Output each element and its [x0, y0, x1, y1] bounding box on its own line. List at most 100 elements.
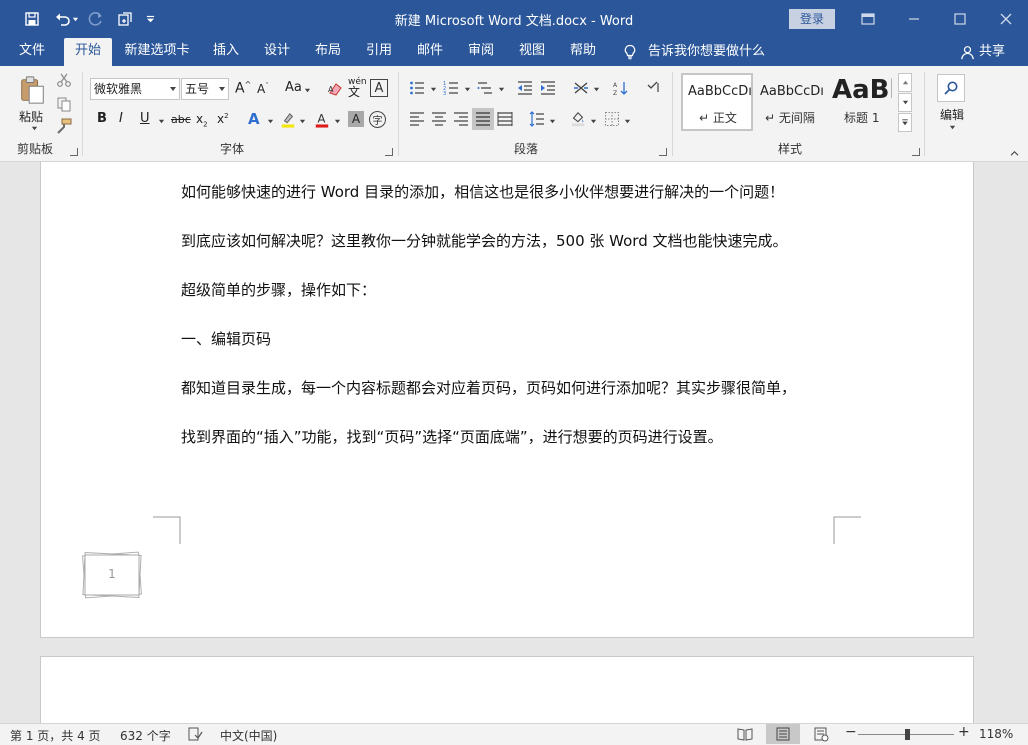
print-layout-icon[interactable] [766, 724, 800, 744]
multilevel-dropdown-icon[interactable] [497, 85, 505, 93]
numbering-icon[interactable]: 123 [442, 80, 460, 96]
find-icon[interactable] [937, 74, 965, 102]
styles-scroll-up-icon[interactable] [898, 73, 912, 92]
login-button[interactable]: 登录 [789, 9, 835, 29]
collapse-ribbon-icon[interactable] [1008, 148, 1020, 158]
tab-layout[interactable]: 布局 [306, 38, 350, 66]
web-layout-icon[interactable] [813, 726, 829, 745]
page-number-gallery-thumbnail[interactable]: 1 [81, 551, 143, 599]
clear-formatting-icon[interactable]: A [326, 80, 344, 98]
shading-icon[interactable] [569, 110, 587, 128]
font-launcher-icon[interactable] [385, 148, 393, 156]
text-effects-icon[interactable]: A [248, 110, 260, 128]
tab-design[interactable]: 设计 [255, 38, 299, 66]
italic-icon[interactable]: I [119, 111, 123, 126]
body-paragraph[interactable]: 如何能够快速的进行 Word 目录的添加，相信这也是很多小伙伴想要进行解决的一个… [181, 181, 784, 202]
zoom-in-button[interactable]: + [958, 724, 970, 740]
maximize-icon[interactable] [938, 4, 982, 34]
underline-icon[interactable]: U [140, 111, 150, 126]
style-no-spacing[interactable]: AaBbCcDı ↵ 无间隔 [755, 73, 825, 131]
paste-label[interactable]: 粘贴 [19, 108, 43, 125]
underline-dropdown-icon[interactable] [157, 117, 165, 125]
phonetic-guide-icon[interactable]: wén 文 [348, 77, 367, 99]
zoom-slider-thumb[interactable] [905, 729, 910, 740]
highlight-dropdown-icon[interactable] [298, 117, 306, 125]
line-spacing-icon[interactable] [528, 111, 546, 127]
styles-more-icon[interactable] [898, 113, 912, 132]
font-color-icon[interactable]: A [313, 110, 331, 130]
close-icon[interactable] [984, 4, 1028, 34]
tab-home[interactable]: 开始 [64, 38, 112, 66]
character-border-icon[interactable]: A [370, 79, 388, 97]
bold-icon[interactable]: B [97, 111, 107, 126]
enclose-characters-icon[interactable]: 字 [369, 111, 386, 128]
minimize-icon[interactable] [892, 4, 936, 34]
zoom-level[interactable]: 118% [979, 727, 1013, 741]
font-name-combo[interactable]: 微软雅黑 [90, 78, 180, 100]
highlight-icon[interactable] [279, 110, 297, 130]
style-heading-1[interactable]: AaBl 标题 1 [827, 73, 893, 131]
font-color-dropdown-icon[interactable] [333, 117, 341, 125]
tab-help[interactable]: 帮助 [561, 38, 605, 66]
style-normal[interactable]: AaBbCcDı ↵ 正文 [681, 73, 753, 131]
document-page-2[interactable] [40, 656, 974, 723]
styles-scroll-down-icon[interactable] [898, 93, 912, 112]
document-page-1[interactable]: 如何能够快速的进行 Word 目录的添加，相信这也是很多小伙伴想要进行解决的一个… [40, 162, 974, 638]
tab-new-tab[interactable]: 新建选项卡 [118, 38, 196, 66]
format-painter-icon[interactable] [56, 118, 72, 134]
body-paragraph[interactable]: 都知道目录生成，每一个内容标题都会对应着页码，页码如何进行添加呢？其实步骤很简单… [181, 377, 796, 398]
borders-icon[interactable] [604, 111, 620, 127]
shrink-font-icon[interactable]: Aˇ [257, 82, 269, 96]
tell-me-search[interactable]: 告诉我你想要做什么 [622, 38, 765, 66]
shading-dropdown-icon[interactable] [589, 117, 597, 125]
line-spacing-dropdown-icon[interactable] [548, 117, 556, 125]
multilevel-list-icon[interactable] [476, 80, 494, 96]
numbering-dropdown-icon[interactable] [463, 85, 471, 93]
grow-font-icon[interactable]: A^ [235, 80, 251, 97]
font-size-combo[interactable]: 五号 [181, 78, 229, 100]
distributed-icon[interactable] [496, 111, 514, 127]
strikethrough-icon[interactable]: abc [171, 113, 191, 126]
body-paragraph[interactable]: 超级简单的步骤，操作如下： [181, 279, 376, 300]
subscript-icon[interactable]: x2 [196, 112, 208, 128]
tab-insert[interactable]: 插入 [204, 38, 248, 66]
text-effects-dropdown-icon[interactable] [266, 117, 274, 125]
tab-review[interactable]: 审阅 [459, 38, 503, 66]
show-marks-icon[interactable] [645, 79, 661, 95]
tab-file[interactable]: 文件 [6, 38, 58, 66]
change-case-dropdown-icon[interactable] [303, 86, 311, 94]
copy-icon[interactable] [56, 96, 72, 112]
change-case-button[interactable]: Aa [285, 80, 302, 95]
zoom-out-button[interactable]: − [845, 724, 857, 740]
superscript-icon[interactable]: x2 [217, 112, 229, 126]
justify-icon[interactable] [472, 108, 494, 130]
paste-icon[interactable] [14, 74, 50, 106]
cut-icon[interactable] [56, 72, 72, 88]
increase-indent-icon[interactable] [539, 80, 557, 96]
bullets-icon[interactable] [408, 80, 426, 96]
character-shading-icon[interactable]: A [348, 111, 364, 127]
paste-dropdown-icon[interactable] [30, 124, 38, 132]
language-indicator[interactable]: 中文(中国) [220, 727, 277, 744]
borders-dropdown-icon[interactable] [623, 117, 631, 125]
sort-icon[interactable]: AZ [612, 79, 630, 97]
heading-paragraph[interactable]: 一、编辑页码 [181, 328, 271, 349]
align-left-icon[interactable] [408, 111, 426, 127]
tab-references[interactable]: 引用 [357, 38, 401, 66]
paragraph-launcher-icon[interactable] [659, 148, 667, 156]
chinese-layout-icon[interactable] [572, 80, 590, 96]
word-count[interactable]: 632 个字 [120, 727, 171, 744]
chinese-layout-dropdown-icon[interactable] [592, 85, 600, 93]
page-count[interactable]: 第 1 页，共 4 页 [10, 727, 101, 744]
align-right-icon[interactable] [452, 111, 470, 127]
tab-mailings[interactable]: 邮件 [408, 38, 452, 66]
clipboard-launcher-icon[interactable] [70, 148, 78, 156]
bullets-dropdown-icon[interactable] [429, 85, 437, 93]
read-mode-icon[interactable] [737, 726, 753, 745]
align-center-icon[interactable] [430, 111, 448, 127]
proofing-icon[interactable] [187, 726, 203, 745]
body-paragraph[interactable]: 找到界面的“插入”功能，找到“页码”选择“页面底端”，进行想要的页码进行设置。 [181, 426, 723, 447]
body-paragraph[interactable]: 到底应该如何解决呢？这里教你一分钟就能学会的方法，500 张 Word 文档也能… [181, 230, 788, 251]
tab-view[interactable]: 视图 [510, 38, 554, 66]
decrease-indent-icon[interactable] [516, 80, 534, 96]
